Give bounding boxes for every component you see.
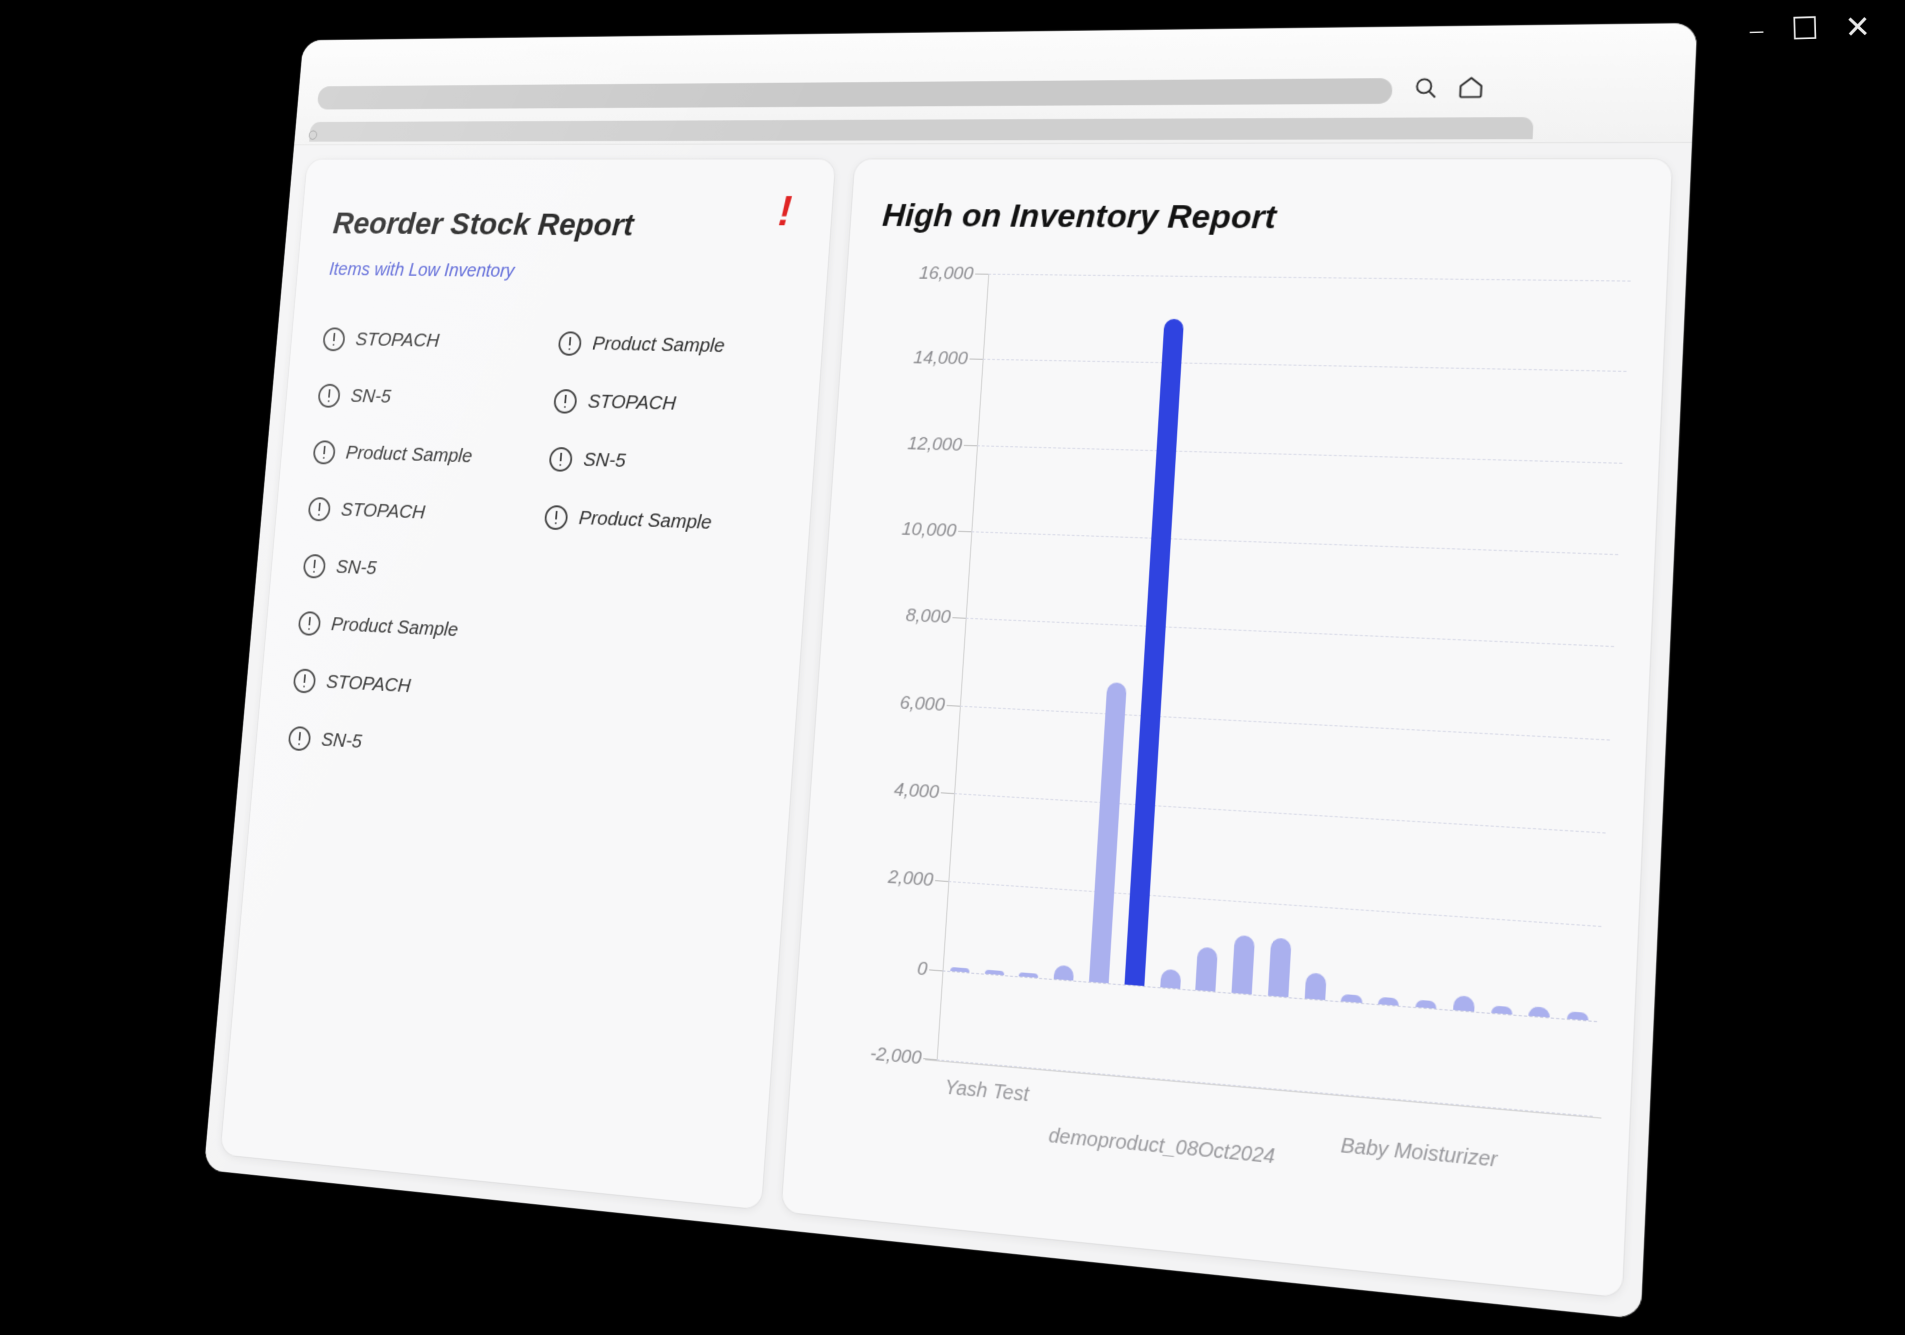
y-tick-mark <box>941 792 954 794</box>
warning-icon <box>558 331 582 356</box>
item-column-left: STOPACH SN-5 Product Sample STOPACH SN-5 Prod… <box>286 311 543 780</box>
x-tick-label: Yash Test <box>944 1074 1030 1108</box>
list-item[interactable]: Product Sample <box>556 315 789 377</box>
window-controls: – ☐ ✕ <box>1748 12 1872 46</box>
y-tick-mark <box>958 531 971 532</box>
list-item[interactable]: STOPACH <box>321 311 544 372</box>
dashboard-page: ! Reorder Stock Report Items with Low In… <box>204 143 1692 1319</box>
y-tick-label: 8,000 <box>905 605 951 629</box>
chart-bar[interactable] <box>1304 972 1326 999</box>
warning-icon <box>322 327 346 351</box>
browser-chrome: ○ <box>294 23 1697 145</box>
y-tick-label: 0 <box>916 958 928 981</box>
y-tick-label: -2,000 <box>869 1043 922 1070</box>
list-item-label: SN-5 <box>583 449 627 473</box>
y-tick-label: 12,000 <box>907 433 963 456</box>
list-item[interactable]: STOPACH <box>306 480 530 545</box>
y-tick-mark <box>952 618 965 620</box>
list-item-label: SN-5 <box>350 385 392 408</box>
list-item[interactable]: SN-5 <box>316 367 539 429</box>
warning-icon <box>548 447 573 472</box>
list-item[interactable]: Product Sample <box>311 424 534 488</box>
chrome-icon-group <box>1412 73 1486 100</box>
low-inventory-item-columns: STOPACH SN-5 Product Sample STOPACH SN-5 Prod… <box>286 311 789 796</box>
address-bar[interactable] <box>317 78 1393 109</box>
y-tick-mark <box>935 880 948 882</box>
y-tick-label: 16,000 <box>918 263 974 285</box>
chart-bar[interactable] <box>1054 965 1074 980</box>
chart-bar[interactable] <box>1160 969 1181 989</box>
list-item[interactable]: STOPACH <box>552 372 785 436</box>
chart-title: High on Inventory Report <box>881 197 1643 239</box>
list-item-label: Product Sample <box>592 333 726 358</box>
y-tick-label: 6,000 <box>899 692 945 716</box>
list-item-label: STOPACH <box>587 391 677 416</box>
high-on-inventory-report-card: High on Inventory Report 16,000 14,000 12,… <box>781 159 1672 1297</box>
y-tick-label: 2,000 <box>887 867 934 892</box>
list-item-label: Product Sample <box>345 442 473 468</box>
list-item-label: Product Sample <box>330 613 459 641</box>
warning-icon <box>288 726 312 752</box>
warning-icon <box>293 668 317 693</box>
x-tick-label: demoproduct_08Oct2024 <box>1048 1123 1276 1171</box>
y-tick-label: 14,000 <box>913 348 969 370</box>
warning-icon <box>307 497 331 522</box>
list-item-label: STOPACH <box>340 499 426 524</box>
warning-icon <box>312 440 336 464</box>
list-item[interactable]: SN-5 <box>301 537 525 604</box>
page-title: Reorder Stock Report <box>332 206 798 245</box>
list-item[interactable]: Product Sample <box>543 488 777 555</box>
list-item-label: SN-5 <box>335 556 377 580</box>
list-item-label: STOPACH <box>325 671 411 698</box>
list-item-label: STOPACH <box>355 329 440 352</box>
y-tick-label: 4,000 <box>893 779 939 804</box>
close-button[interactable]: ✕ <box>1845 12 1872 44</box>
list-item[interactable]: SN-5 <box>286 709 511 780</box>
search-icon[interactable] <box>1412 74 1440 100</box>
chart-bars <box>943 274 1631 1021</box>
chart-bar[interactable] <box>1378 996 1399 1005</box>
screenshot-scene: – ☐ ✕ ○ ! Reorder Stock Report Items wit… <box>0 0 1905 1335</box>
chart-plot: 16,000 14,000 12,000 10,000 8,000 6,000 4,000 2… <box>937 274 1631 1116</box>
chart-bar[interactable] <box>1196 946 1219 991</box>
warning-icon <box>317 384 341 408</box>
x-tick-label: Baby Moisturizer <box>1340 1132 1499 1174</box>
home-icon[interactable] <box>1457 73 1486 100</box>
warning-icon <box>303 554 327 579</box>
warning-icon <box>544 505 569 530</box>
chart-bar[interactable] <box>1529 1006 1551 1017</box>
chart-bar[interactable] <box>1453 996 1475 1012</box>
y-tick-label: 10,000 <box>901 519 957 542</box>
list-item-label: Product Sample <box>578 507 712 534</box>
list-item-label: SN-5 <box>320 729 362 754</box>
list-item[interactable]: SN-5 <box>547 430 781 496</box>
reorder-stock-report-card: ! Reorder Stock Report Items with Low In… <box>220 159 835 1209</box>
browser-window: ○ ! Reorder Stock Report Items with Low … <box>204 23 1697 1319</box>
y-tick-mark <box>964 445 977 446</box>
chart-bar[interactable] <box>1232 935 1255 994</box>
y-tick-mark <box>969 359 982 360</box>
minimize-button[interactable]: – <box>1748 15 1766 46</box>
chart-bar[interactable] <box>1268 938 1292 997</box>
chart-area: 16,000 14,000 12,000 10,000 8,000 6,000 4,000 2… <box>814 265 1639 1279</box>
maximize-button[interactable]: ☐ <box>1791 14 1820 46</box>
y-tick-mark <box>929 969 942 971</box>
tab-favicon: ○ <box>308 128 318 141</box>
warning-icon <box>298 611 322 636</box>
reorder-subtitle: Items with Low Inventory <box>328 259 793 285</box>
warning-icon <box>553 389 578 414</box>
y-tick-mark <box>975 274 988 275</box>
tab-strip[interactable] <box>309 117 1534 142</box>
y-tick-mark <box>947 705 960 707</box>
item-column-right: Product Sample STOPACH SN-5 Product Sample <box>524 315 790 796</box>
